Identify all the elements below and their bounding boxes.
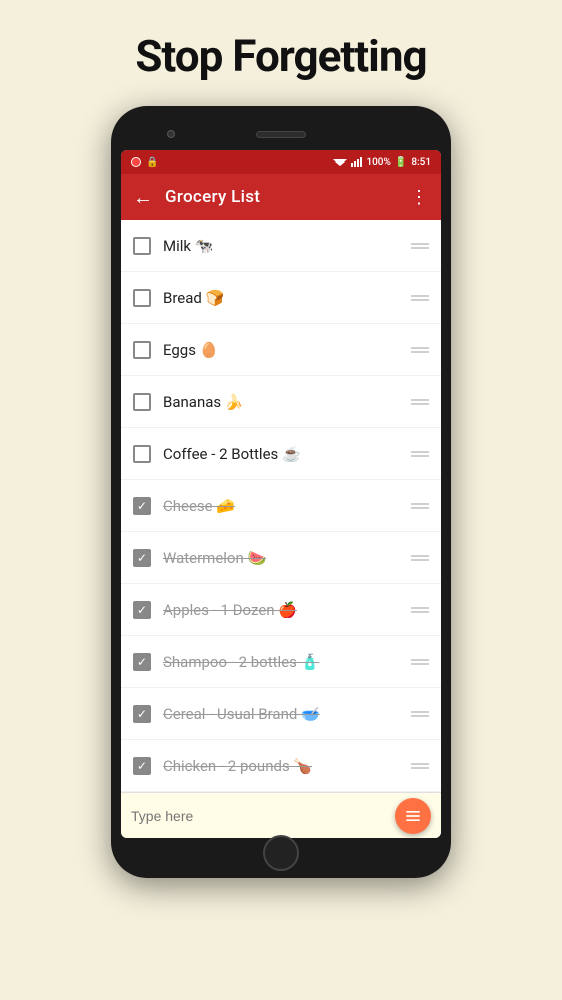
toolbar: ← Grocery List ⋮ bbox=[121, 174, 441, 220]
list-item: Coffee - 2 Bottles ☕ bbox=[121, 428, 441, 480]
add-item-button[interactable] bbox=[395, 798, 431, 834]
item-checkbox[interactable]: ✓ bbox=[133, 601, 151, 619]
item-checkbox[interactable]: ✓ bbox=[133, 549, 151, 567]
notification-dot bbox=[131, 157, 141, 167]
item-checkbox[interactable]: ✓ bbox=[133, 705, 151, 723]
list-item: Milk 🐄 bbox=[121, 220, 441, 272]
item-checkbox[interactable] bbox=[133, 341, 151, 359]
checkmark-icon: ✓ bbox=[137, 760, 147, 772]
item-checkbox[interactable] bbox=[133, 445, 151, 463]
drag-handle-icon[interactable] bbox=[411, 347, 429, 353]
camera-dot bbox=[167, 130, 175, 138]
overflow-menu-button[interactable]: ⋮ bbox=[410, 187, 429, 208]
drag-handle-icon[interactable] bbox=[411, 763, 429, 769]
list-item: ✓ Apples - 1 Dozen 🍎 bbox=[121, 584, 441, 636]
battery-percent: 100% bbox=[366, 157, 390, 168]
speaker-grille bbox=[256, 131, 306, 138]
item-input[interactable] bbox=[131, 808, 395, 824]
page-headline: Stop Forgetting bbox=[135, 30, 426, 82]
list-item: Bananas 🍌 bbox=[121, 376, 441, 428]
drag-handle-icon[interactable] bbox=[411, 607, 429, 613]
list-item: Eggs 🥚 bbox=[121, 324, 441, 376]
phone-shell: 🔒 100% 🔋 8:51 bbox=[111, 106, 451, 878]
drag-handle-icon[interactable] bbox=[411, 243, 429, 249]
list-item: ✓ Watermelon 🍉 bbox=[121, 532, 441, 584]
list-item: ✓ Chicken - 2 pounds 🍗 bbox=[121, 740, 441, 792]
status-right: 100% 🔋 8:51 bbox=[333, 157, 431, 168]
item-label: Apples - 1 Dozen 🍎 bbox=[163, 601, 411, 619]
phone-screen: 🔒 100% 🔋 8:51 bbox=[121, 150, 441, 838]
grocery-list: Milk 🐄 Bread 🍞 Eggs 🥚 Bananas 🍌 Coffee - 2 B… bbox=[121, 220, 441, 792]
home-button[interactable] bbox=[263, 835, 299, 871]
checkmark-icon: ✓ bbox=[137, 656, 147, 668]
item-label: Bananas 🍌 bbox=[163, 393, 411, 411]
list-item: ✓ Cereal - Usual Brand 🥣 bbox=[121, 688, 441, 740]
back-button[interactable]: ← bbox=[133, 185, 153, 210]
time-display: 8:51 bbox=[411, 157, 431, 168]
checkmark-icon: ✓ bbox=[137, 500, 147, 512]
item-label: Bread 🍞 bbox=[163, 289, 411, 307]
add-icon bbox=[403, 806, 423, 826]
signal-icon bbox=[351, 157, 362, 167]
wifi-icon bbox=[333, 157, 347, 167]
bottom-input-bar bbox=[121, 792, 441, 838]
item-checkbox[interactable] bbox=[133, 237, 151, 255]
list-item: ✓ Shampoo - 2 bottles 🧴 bbox=[121, 636, 441, 688]
item-label: Cheese 🧀 bbox=[163, 497, 411, 515]
item-checkbox[interactable]: ✓ bbox=[133, 497, 151, 515]
item-label: Milk 🐄 bbox=[163, 237, 411, 255]
lock-icon: 🔒 bbox=[146, 157, 158, 168]
item-label: Chicken - 2 pounds 🍗 bbox=[163, 757, 411, 775]
status-bar: 🔒 100% 🔋 8:51 bbox=[121, 150, 441, 174]
list-item: Bread 🍞 bbox=[121, 272, 441, 324]
drag-handle-icon[interactable] bbox=[411, 451, 429, 457]
drag-handle-icon[interactable] bbox=[411, 555, 429, 561]
item-checkbox[interactable] bbox=[133, 289, 151, 307]
battery-icon: 🔋 bbox=[395, 157, 407, 168]
checkmark-icon: ✓ bbox=[137, 604, 147, 616]
phone-top-bar bbox=[121, 120, 441, 148]
phone-bottom-bar bbox=[121, 842, 441, 864]
item-checkbox[interactable]: ✓ bbox=[133, 757, 151, 775]
drag-handle-icon[interactable] bbox=[411, 659, 429, 665]
item-checkbox[interactable]: ✓ bbox=[133, 653, 151, 671]
item-label: Cereal - Usual Brand 🥣 bbox=[163, 705, 411, 723]
item-label: Coffee - 2 Bottles ☕ bbox=[163, 445, 411, 463]
checkmark-icon: ✓ bbox=[137, 708, 147, 720]
item-label: Eggs 🥚 bbox=[163, 341, 411, 359]
toolbar-title: Grocery List bbox=[165, 187, 410, 207]
status-left: 🔒 bbox=[131, 157, 158, 168]
item-label: Shampoo - 2 bottles 🧴 bbox=[163, 653, 411, 671]
drag-handle-icon[interactable] bbox=[411, 503, 429, 509]
list-item: ✓ Cheese 🧀 bbox=[121, 480, 441, 532]
item-label: Watermelon 🍉 bbox=[163, 549, 411, 567]
checkmark-icon: ✓ bbox=[137, 552, 147, 564]
drag-handle-icon[interactable] bbox=[411, 295, 429, 301]
drag-handle-icon[interactable] bbox=[411, 399, 429, 405]
drag-handle-icon[interactable] bbox=[411, 711, 429, 717]
item-checkbox[interactable] bbox=[133, 393, 151, 411]
